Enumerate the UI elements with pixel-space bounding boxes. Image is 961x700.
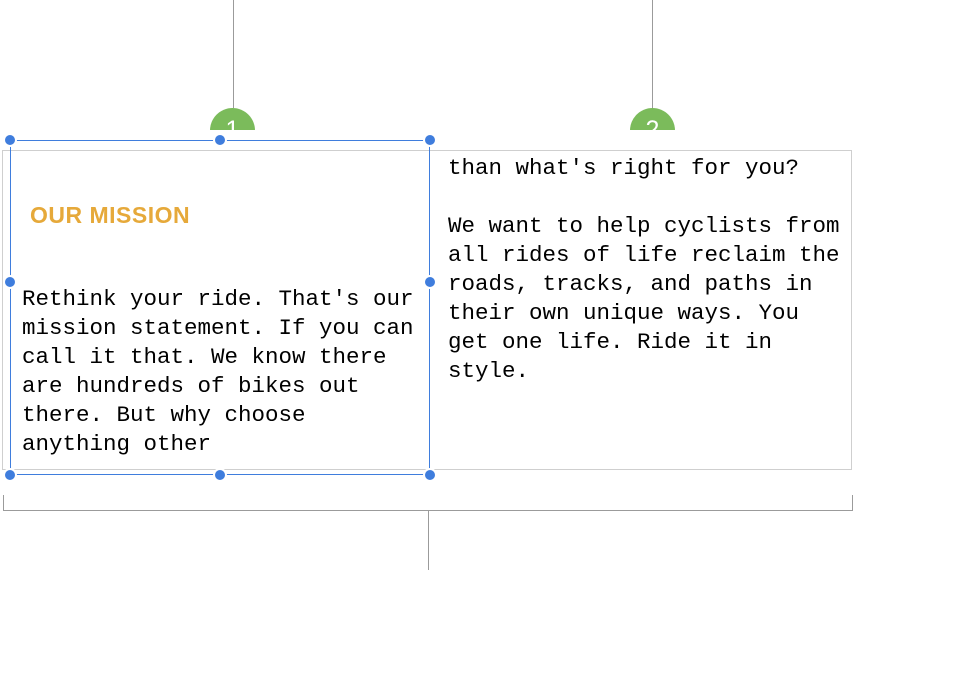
selection-handle-mid-left[interactable] xyxy=(3,275,17,289)
selection-handle-bottom-right[interactable] xyxy=(423,468,437,482)
selection-handle-mid-right[interactable] xyxy=(423,275,437,289)
bracket-left-tick xyxy=(3,495,4,510)
selection-handle-mid-top[interactable] xyxy=(213,133,227,147)
bracket-right-tick xyxy=(852,495,853,510)
selection-handle-top-left[interactable] xyxy=(3,133,17,147)
bracket-center-leader xyxy=(428,510,429,570)
canvas-region: OUR MISSION Rethink your ride. That's ou… xyxy=(0,130,870,490)
textbox-heading[interactable]: OUR MISSION xyxy=(30,202,190,229)
textbox-body-left[interactable]: Rethink your ride. That's our mission st… xyxy=(22,285,427,459)
textbox-body-right[interactable]: than what's right for you? We want to he… xyxy=(448,154,850,386)
selection-handle-top-right[interactable] xyxy=(423,133,437,147)
selection-handle-bottom-left[interactable] xyxy=(3,468,17,482)
callout-leader-1 xyxy=(233,0,234,108)
selection-handle-mid-bottom[interactable] xyxy=(213,468,227,482)
